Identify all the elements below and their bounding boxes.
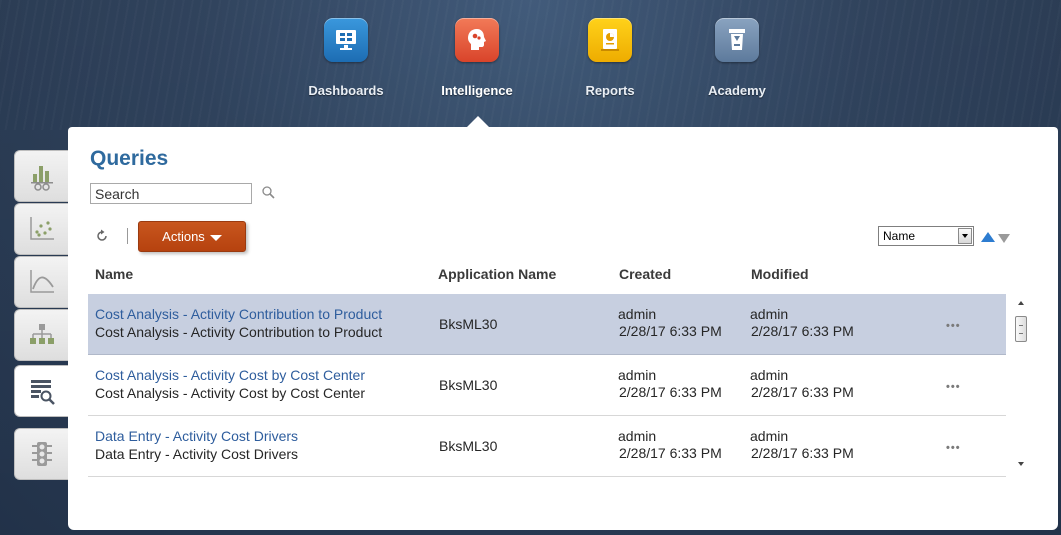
created-by: admin [618,367,657,383]
scroll-down-icon[interactable] [1018,462,1024,466]
modified-by: admin [750,367,789,383]
tab-traffic-light[interactable] [14,428,68,480]
sort-descending-icon[interactable] [998,234,1010,243]
table-row[interactable]: Cost Analysis - Activity Contribution to… [88,294,1006,355]
table-scrollbar[interactable] [1013,295,1030,474]
query-description: Cost Analysis - Activity Cost by Cost Ce… [95,385,365,401]
tab-queries[interactable] [14,365,68,417]
tab-scatter-plot[interactable] [14,203,68,255]
column-header-application[interactable]: Application Name [438,266,556,282]
actions-button[interactable]: Actions [138,221,246,252]
scatter-plot-icon [29,217,54,240]
sort-by-value: Name [883,229,916,243]
query-list-icon [30,380,55,405]
tab-hierarchy[interactable] [14,309,68,361]
active-nav-pointer [467,116,489,127]
created-by: admin [618,428,657,444]
academy-icon [715,18,759,62]
row-menu-icon[interactable]: ••• [946,442,961,454]
row-menu-icon[interactable]: ••• [946,320,961,332]
application-name: BksML30 [439,377,498,393]
modified-date: 2/28/17 6:33 PM [751,445,854,461]
reports-icon [588,18,632,62]
row-menu-icon[interactable]: ••• [946,381,961,393]
search-input[interactable] [90,183,252,204]
modified-by: admin [750,306,789,322]
created-by: admin [618,306,657,322]
application-name: BksML30 [439,316,498,332]
created-date: 2/28/17 6:33 PM [619,384,722,400]
scroll-up-icon[interactable] [1018,301,1024,305]
query-name-link[interactable]: Cost Analysis - Activity Contribution to… [95,306,382,322]
sort-by-select[interactable]: Name [878,226,974,246]
modified-date: 2/28/17 6:33 PM [751,384,854,400]
dashboards-icon [324,18,368,62]
created-date: 2/28/17 6:33 PM [619,323,722,339]
query-name-link[interactable]: Cost Analysis - Activity Cost by Cost Ce… [95,367,365,383]
query-description: Data Entry - Activity Cost Drivers [95,446,299,462]
nav-label: Academy [708,83,766,98]
actions-label: Actions [162,229,205,244]
bar-chart-icon [30,166,53,191]
column-header-name[interactable]: Name [95,266,133,282]
curve-chart-icon [29,270,54,293]
nav-dashboards[interactable]: Dashboards [286,18,406,98]
application-name: BksML30 [439,438,498,454]
traffic-light-icon [31,442,52,466]
modified-date: 2/28/17 6:33 PM [751,323,854,339]
tab-curve-chart[interactable] [14,256,68,308]
nav-label: Intelligence [441,83,513,98]
table-row[interactable]: Cost Analysis - Activity Cost by Cost Ce… [88,355,1006,416]
page-title: Queries [90,147,169,170]
hierarchy-icon [29,324,54,344]
refresh-icon[interactable] [95,229,109,243]
dropdown-arrow-icon[interactable] [958,228,972,244]
nav-intelligence[interactable]: Intelligence [417,18,537,98]
chevron-down-icon [209,234,222,241]
query-description: Cost Analysis - Activity Contribution to… [95,324,383,340]
scrollbar-thumb[interactable] [1015,316,1027,342]
intelligence-icon [455,18,499,62]
search-icon[interactable] [261,185,277,201]
queries-panel: Queries Actions Name Name Application Na… [68,127,1058,530]
sort-ascending-icon[interactable] [981,232,995,242]
toolbar-separator [127,228,128,244]
tab-bar-chart[interactable] [14,150,68,202]
table-row[interactable]: Data Entry - Activity Cost Drivers Data … [88,416,1006,477]
created-date: 2/28/17 6:33 PM [619,445,722,461]
query-name-link[interactable]: Data Entry - Activity Cost Drivers [95,428,298,444]
nav-academy[interactable]: Academy [677,18,797,98]
nav-label: Reports [585,83,635,98]
column-header-created[interactable]: Created [619,266,671,282]
modified-by: admin [750,428,789,444]
column-header-modified[interactable]: Modified [751,266,809,282]
nav-label: Dashboards [308,83,384,98]
nav-reports[interactable]: Reports [550,18,670,98]
